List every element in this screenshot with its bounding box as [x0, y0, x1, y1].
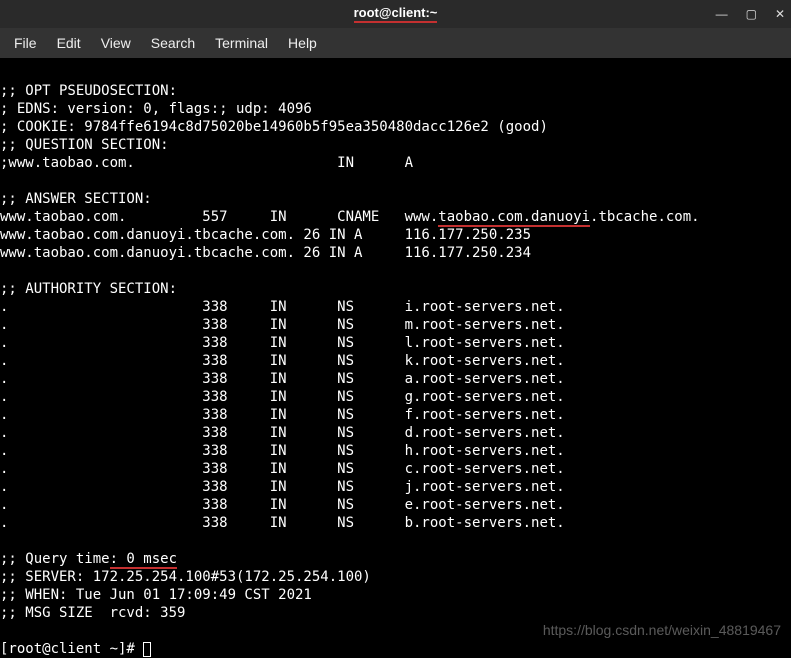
output-line: ; EDNS: version: 0, flags:; udp: 4096	[0, 101, 312, 117]
text: www.taobao.com. 557 IN CNAME www.	[0, 209, 438, 225]
output-line: . 338 IN NS k.root-servers.net.	[0, 353, 565, 369]
cursor-icon	[143, 642, 151, 657]
text: .tbcache.com.	[590, 209, 700, 225]
output-line: ;; WHEN: Tue Jun 01 17:09:49 CST 2021	[0, 587, 312, 603]
highlighted-querytime: : 0 msec	[110, 551, 177, 569]
output-line: ;; Query time: 0 msec	[0, 551, 177, 569]
output-line: ;; AUTHORITY SECTION:	[0, 281, 177, 297]
output-line: . 338 IN NS i.root-servers.net.	[0, 299, 565, 315]
output-line: ;; QUESTION SECTION:	[0, 137, 169, 153]
close-button[interactable]: ✕	[775, 7, 785, 21]
output-line: . 338 IN NS j.root-servers.net.	[0, 479, 565, 495]
output-line: . 338 IN NS d.root-servers.net.	[0, 425, 565, 441]
output-line: . 338 IN NS l.root-servers.net.	[0, 335, 565, 351]
output-line: www.taobao.com.danuoyi.tbcache.com. 26 I…	[0, 245, 531, 261]
minimize-button[interactable]: —	[716, 7, 728, 21]
output-line: . 338 IN NS c.root-servers.net.	[0, 461, 565, 477]
output-line: ;; ANSWER SECTION:	[0, 191, 152, 207]
menu-view[interactable]: View	[91, 31, 141, 55]
maximize-button[interactable]: ▢	[746, 7, 757, 21]
menubar: File Edit View Search Terminal Help	[0, 28, 791, 58]
terminal-output[interactable]: ;; OPT PSEUDOSECTION: ; EDNS: version: 0…	[0, 58, 791, 658]
output-line: ;; SERVER: 172.25.254.100#53(172.25.254.…	[0, 569, 371, 585]
output-line: . 338 IN NS g.root-servers.net.	[0, 389, 565, 405]
output-line: . 338 IN NS b.root-servers.net.	[0, 515, 565, 531]
menu-file[interactable]: File	[4, 31, 47, 55]
output-line: www.taobao.com. 557 IN CNAME www.taobao.…	[0, 209, 700, 227]
output-line: . 338 IN NS h.root-servers.net.	[0, 443, 565, 459]
shell-prompt: [root@client ~]#	[0, 641, 143, 657]
output-line: . 338 IN NS m.root-servers.net.	[0, 317, 565, 333]
output-line: . 338 IN NS a.root-servers.net.	[0, 371, 565, 387]
menu-terminal[interactable]: Terminal	[205, 31, 278, 55]
menu-search[interactable]: Search	[141, 31, 205, 55]
output-line: . 338 IN NS e.root-servers.net.	[0, 497, 565, 513]
window-title: root@client:~	[354, 5, 438, 23]
window-controls: — ▢ ✕	[716, 7, 785, 21]
output-line: ; COOKIE: 9784ffe6194c8d75020be14960b5f9…	[0, 119, 548, 135]
output-line: ;www.taobao.com. IN A	[0, 155, 413, 171]
titlebar: root@client:~ — ▢ ✕	[0, 0, 791, 28]
output-line: ;; MSG SIZE rcvd: 359	[0, 605, 185, 621]
menu-edit[interactable]: Edit	[47, 31, 91, 55]
highlighted-domain: taobao.com.danuoyi	[438, 209, 590, 227]
output-line: www.taobao.com.danuoyi.tbcache.com. 26 I…	[0, 227, 531, 243]
text: ;; Query time	[0, 551, 110, 567]
output-line: ;; OPT PSEUDOSECTION:	[0, 83, 177, 99]
prompt-line: [root@client ~]#	[0, 641, 151, 657]
menu-help[interactable]: Help	[278, 31, 327, 55]
output-line: . 338 IN NS f.root-servers.net.	[0, 407, 565, 423]
watermark-text: https://blog.csdn.net/weixin_48819467	[543, 622, 781, 638]
